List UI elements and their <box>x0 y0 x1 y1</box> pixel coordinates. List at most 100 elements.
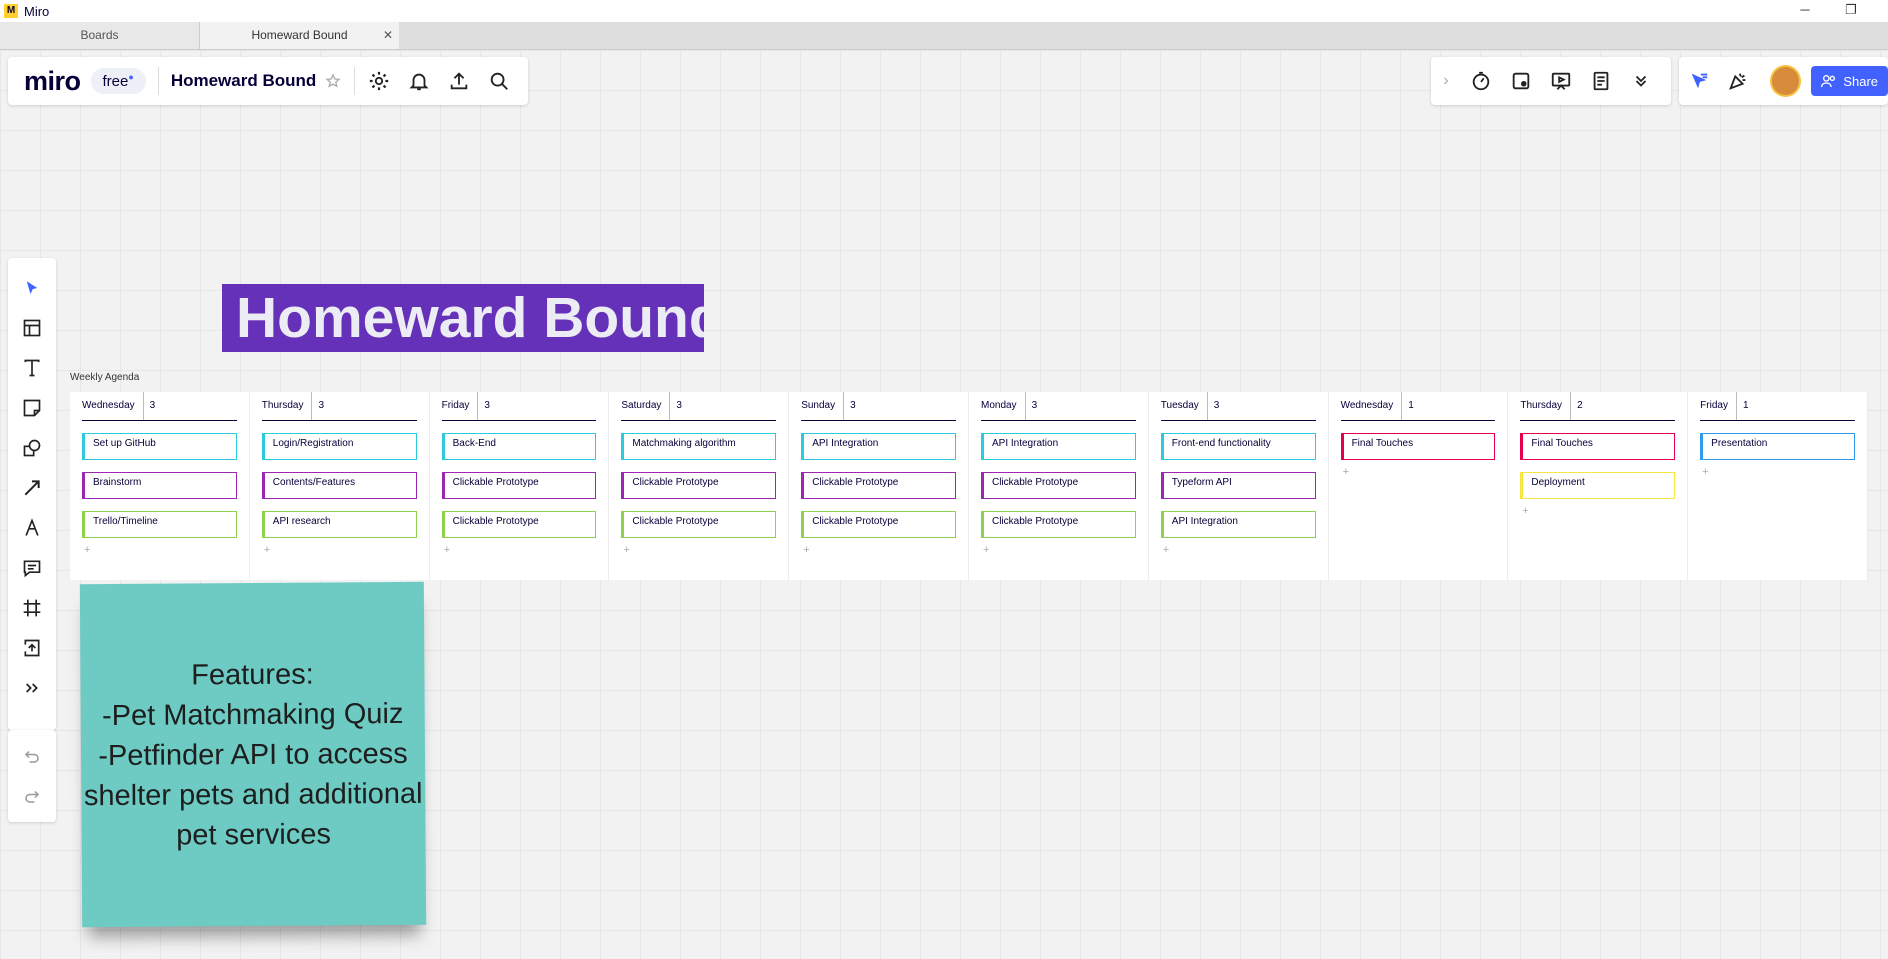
undo-icon[interactable] <box>12 736 52 776</box>
kanban-column[interactable]: Wednesday 3 Set up GitHub Brainstorm Trello/… <box>70 392 250 580</box>
celebrate-icon[interactable] <box>1718 61 1757 101</box>
column-header[interactable]: Friday 1 <box>1700 392 1855 421</box>
kanban-card[interactable]: Matchmaking algorithm <box>621 433 777 460</box>
tab-homeward-bound[interactable]: Homeward Bound ✕ <box>200 22 399 49</box>
shapes-icon[interactable] <box>12 428 52 468</box>
add-card-button[interactable]: + <box>1163 544 1316 556</box>
notes-icon[interactable] <box>1581 61 1621 101</box>
chevron-right-icon[interactable]: › <box>1431 61 1461 101</box>
kanban-card[interactable]: Final Touches <box>1520 433 1676 460</box>
kanban-card[interactable]: Front-end functionality <box>1160 433 1316 460</box>
column-header[interactable]: Wednesday 1 <box>1340 392 1496 421</box>
tab-boards[interactable]: Boards <box>0 22 200 49</box>
kanban-column[interactable]: Saturday 3 Matchmaking algorithm Clickable … <box>609 392 790 580</box>
kanban-column[interactable]: Wednesday 1 Final Touches + <box>1329 392 1509 580</box>
kanban-card[interactable]: Deployment <box>1520 472 1676 499</box>
voting-icon[interactable] <box>1501 61 1541 101</box>
kanban-column[interactable]: Monday 3 API Integration Clickable Prototyp… <box>969 392 1149 580</box>
kanban-card[interactable]: Clickable Prototype <box>801 472 956 499</box>
add-card-button[interactable]: + <box>1343 466 1496 478</box>
add-card-button[interactable]: + <box>803 544 956 556</box>
kanban-card[interactable]: Brainstorm <box>82 472 237 499</box>
kanban-card[interactable]: Clickable Prototype <box>441 511 597 538</box>
column-header[interactable]: Friday 3 <box>441 392 597 421</box>
kanban-card[interactable]: Clickable Prototype <box>621 472 777 499</box>
text-icon[interactable] <box>12 348 52 388</box>
weekly-agenda-kanban[interactable]: Wednesday 3 Set up GitHub Brainstorm Trello/… <box>70 392 1868 580</box>
restore-button[interactable]: ❐ <box>1828 0 1874 22</box>
column-card-count: 3 <box>142 392 155 420</box>
more-tools-icon[interactable] <box>12 668 52 708</box>
share-button[interactable]: Share <box>1811 66 1888 96</box>
board-title-text[interactable]: Homeward Bound <box>222 284 704 352</box>
kanban-card[interactable]: API Integration <box>980 433 1136 460</box>
select-arrow-icon[interactable] <box>12 268 52 308</box>
add-card-button[interactable]: + <box>983 544 1136 556</box>
add-card-button[interactable]: + <box>1702 466 1855 478</box>
templates-icon[interactable] <box>12 308 52 348</box>
kanban-column[interactable]: Sunday 3 API Integration Clickable Prototyp… <box>789 392 969 580</box>
kanban-card[interactable]: Presentation <box>1700 433 1855 460</box>
bell-icon[interactable] <box>399 61 439 101</box>
timer-icon[interactable] <box>1461 61 1501 101</box>
minimize-button[interactable]: ─ <box>1782 0 1828 22</box>
sticky-note-icon[interactable] <box>12 388 52 428</box>
column-header[interactable]: Sunday 3 <box>801 392 956 421</box>
kanban-card[interactable]: Set up GitHub <box>82 433 237 460</box>
connector-arrow-icon[interactable] <box>12 468 52 508</box>
redo-icon[interactable] <box>12 776 52 816</box>
pen-icon[interactable] <box>12 508 52 548</box>
board-name[interactable]: Homeward Bound <box>171 71 316 91</box>
upload-icon[interactable] <box>12 628 52 668</box>
kanban-column[interactable]: Thursday 3 Login/Registration Contents/Feat… <box>250 392 430 580</box>
add-card-button[interactable]: + <box>444 544 597 556</box>
column-header[interactable]: Wednesday 3 <box>82 392 237 421</box>
kanban-card[interactable]: Typeform API <box>1160 472 1316 499</box>
kanban-card[interactable]: Clickable Prototype <box>441 472 597 499</box>
kanban-card[interactable]: API Integration <box>801 433 956 460</box>
kanban-card[interactable]: Clickable Prototype <box>801 511 956 538</box>
column-header[interactable]: Thursday 3 <box>261 392 417 421</box>
miro-logo[interactable]: miro <box>24 66 81 97</box>
kanban-card[interactable]: Clickable Prototype <box>980 472 1136 499</box>
kanban-card[interactable]: Clickable Prototype <box>980 511 1136 538</box>
column-card-count: 1 <box>1401 392 1414 420</box>
add-card-button[interactable]: + <box>84 544 237 556</box>
kanban-card[interactable]: Contents/Features <box>261 472 417 499</box>
presentation-icon[interactable] <box>1541 61 1581 101</box>
settings-gear-icon[interactable] <box>359 61 399 101</box>
comment-icon[interactable] <box>12 548 52 588</box>
close-tab-icon[interactable]: ✕ <box>383 22 393 49</box>
column-header[interactable]: Saturday 3 <box>621 392 777 421</box>
kanban-card[interactable]: API Integration <box>1160 511 1316 538</box>
features-sticky-note[interactable]: Features: -Pet Matchmaking Quiz -Petfind… <box>79 581 427 928</box>
plan-badge[interactable]: free● <box>90 68 146 94</box>
column-header[interactable]: Tuesday 3 <box>1160 392 1316 421</box>
chevrons-down-icon[interactable] <box>1621 61 1661 101</box>
kanban-card[interactable]: Login/Registration <box>261 433 417 460</box>
user-avatar[interactable] <box>1769 65 1802 97</box>
star-icon[interactable] <box>316 61 350 101</box>
kanban-card[interactable]: Back-End <box>441 433 597 460</box>
kanban-column[interactable]: Thursday 2 Final Touches Deployment + <box>1508 392 1689 580</box>
kanban-card[interactable]: Final Touches <box>1340 433 1496 460</box>
plan-label: free <box>102 73 129 90</box>
add-card-button[interactable]: + <box>1522 505 1675 517</box>
column-header[interactable]: Thursday 2 <box>1520 392 1676 421</box>
add-card-button[interactable]: + <box>623 544 776 556</box>
kanban-column[interactable]: Friday 3 Back-End Clickable Prototype Clicka… <box>430 392 610 580</box>
column-header[interactable]: Monday 3 <box>980 392 1136 421</box>
search-icon[interactable] <box>479 61 519 101</box>
kanban-column[interactable]: Tuesday 3 Front-end functionality Typeform … <box>1149 392 1329 580</box>
undo-redo-panel <box>8 730 56 822</box>
frame-icon[interactable] <box>12 588 52 628</box>
cursor-filter-icon[interactable] <box>1679 61 1718 101</box>
kanban-card[interactable]: Trello/Timeline <box>82 511 237 538</box>
kanban-column[interactable]: Friday 1 Presentation + <box>1688 392 1868 580</box>
upload-icon[interactable] <box>439 61 479 101</box>
column-day: Monday <box>980 400 1017 411</box>
add-card-button[interactable]: + <box>264 544 417 556</box>
kanban-card[interactable]: API research <box>261 511 417 538</box>
kanban-card[interactable]: Clickable Prototype <box>621 511 777 538</box>
weekly-agenda-label[interactable]: Weekly Agenda <box>70 372 139 383</box>
